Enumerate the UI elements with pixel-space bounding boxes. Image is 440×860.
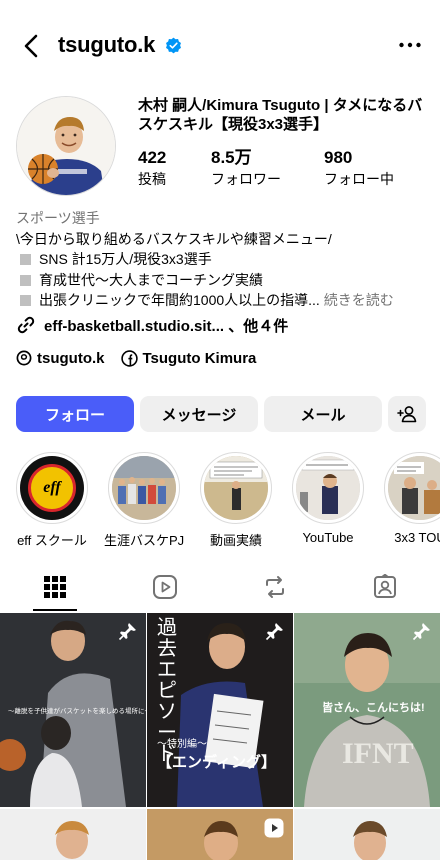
posts-grid: 〜離脱を子供達がバスケットを楽しめる場所に〜 過去エピソード 〜特別編〜 【エン… [0, 613, 440, 860]
post-thumbnail[interactable] [294, 809, 440, 860]
post-thumbnail[interactable]: 過去エピソード 〜特別編〜 【エンディング】 [147, 613, 293, 807]
highlight-3x3-tour[interactable]: 3x3 TOU [380, 452, 440, 545]
bullet-square-icon [20, 295, 31, 306]
following-label: フォロー中 [324, 171, 394, 187]
posts-label: 投稿 [138, 171, 166, 187]
threads-link[interactable]: tsuguto.k [16, 350, 105, 367]
highlight-ring [108, 452, 180, 524]
social-links: tsuguto.k Tsuguto Kimura [16, 347, 272, 369]
bio-link-text: eff-basketball.studio.sit... 、他４件 [44, 317, 289, 335]
profile-header: tsuguto.k [0, 0, 440, 92]
pin-icon [412, 623, 430, 641]
link-icon [17, 316, 35, 334]
bio-line-4: 出張クリニックで年間約1000人以上の指導... 続きを読む [16, 290, 426, 311]
post-thumbnail[interactable]: IFNT 皆さん、こんにちは! [294, 613, 440, 807]
followers-label: フォロワー [211, 171, 281, 187]
reels-icon [153, 575, 177, 599]
eff-logo: eff [20, 456, 84, 520]
tab-grid[interactable] [0, 563, 110, 611]
bio-link[interactable]: eff-basketball.studio.sit... 、他４件 [16, 314, 288, 336]
highlight-ring [384, 452, 440, 524]
read-more-link[interactable]: 続きを読む [324, 292, 394, 308]
highlight-lifelong-basket[interactable]: 生涯バスケPJ [104, 452, 184, 549]
bullet-square-icon [20, 254, 31, 265]
post-subtitle: 〜特別編〜 [157, 739, 207, 750]
post-thumbnail[interactable]: 〜離脱を子供達がバスケットを楽しめる場所に〜 [0, 613, 146, 807]
profile-stats: 422 投稿 8.5万 フォロワー 980 フォロー中 [138, 148, 428, 188]
profile-avatar[interactable] [16, 96, 116, 196]
pin-icon [265, 623, 283, 641]
highlight-ring: eff [16, 452, 88, 524]
more-horizontal-icon[interactable] [398, 38, 422, 52]
post-thumbnail[interactable] [147, 809, 293, 860]
profile-tabs [0, 563, 440, 611]
bio-line-2: SNS 計15万人/現役3x3選手 [16, 249, 426, 270]
bio-category: スポーツ選手 [16, 210, 100, 226]
post-image [294, 809, 440, 860]
eff-logo-text: eff [43, 479, 61, 496]
facebook-name: Tsuguto Kimura [142, 349, 257, 367]
tagged-icon [374, 574, 396, 598]
post-image [0, 809, 146, 860]
message-button[interactable]: メッセージ [140, 396, 258, 432]
highlight-label: YouTube [302, 530, 354, 545]
highlight-video-results[interactable]: 動画実績 [196, 452, 276, 549]
verified-badge-icon [166, 37, 181, 54]
pin-icon [118, 623, 136, 641]
facebook-icon [120, 349, 138, 367]
avatar-photo [17, 97, 115, 195]
post-caption: 〜離脱を子供達がバスケットを楽しめる場所に〜 [8, 708, 146, 715]
profile-username: tsuguto.k [58, 32, 156, 57]
highlight-label: eff スクール [17, 533, 87, 548]
threads-handle: tsuguto.k [37, 349, 105, 367]
highlight-label: 3x3 TOU [394, 530, 440, 545]
highlight-photo [388, 456, 440, 520]
email-button[interactable]: メール [264, 396, 382, 432]
highlight-photo [204, 456, 268, 520]
followers-count: 8.5万 [211, 148, 252, 167]
highlight-label: 生涯バスケPJ [104, 533, 185, 548]
followers-stat[interactable]: 8.5万 フォロワー [211, 148, 281, 188]
bio-line-3: 育成世代〜大人までコーチング実績 [16, 270, 426, 291]
bullet-square-icon [20, 274, 31, 286]
follow-button[interactable]: フォロー [16, 396, 134, 432]
highlight-youtube[interactable]: YouTube [288, 452, 368, 545]
chevron-left-icon[interactable] [18, 32, 46, 60]
tab-tagged[interactable] [330, 563, 440, 611]
highlight-photo [296, 456, 360, 520]
post-thumbnail[interactable] [0, 809, 146, 860]
posts-stat[interactable]: 422 投稿 [138, 148, 166, 188]
grid-icon [44, 576, 66, 598]
highlight-ring [200, 452, 272, 524]
bio-line-1: \今日から取り組めるバスケスキルや練習メニュー/ [16, 230, 332, 247]
threads-icon [16, 350, 32, 366]
story-highlights: eff eff スクール 生涯バスケPJ 動画実績 YouTube 3x3 TO [0, 452, 440, 548]
following-stat[interactable]: 980 フォロー中 [324, 148, 394, 188]
following-count: 980 [324, 148, 353, 167]
profile-fullname: 木村 嗣人/Kimura Tsuguto | タメになるバスケスキル【現役3x3… [138, 97, 423, 133]
posts-count: 422 [138, 148, 167, 167]
add-user-button[interactable] [388, 396, 426, 432]
svg-text:IFNT: IFNT [342, 737, 414, 770]
highlight-label: 動画実績 [209, 533, 262, 548]
profile-bio: スポーツ選手 \今日から取り組めるバスケスキルや練習メニュー/ SNS 計15万… [16, 208, 426, 311]
reposts-icon [266, 576, 284, 598]
reel-play-icon [264, 818, 284, 838]
post-caption: 皆さん、こんにちは! [322, 702, 425, 714]
add-person-icon [397, 406, 417, 423]
post-tag: 【エンディング】 [157, 754, 276, 771]
highlight-photo [112, 456, 176, 520]
profile-actions: フォロー メッセージ メール [16, 396, 426, 432]
facebook-link[interactable]: Tsuguto Kimura [120, 349, 257, 367]
highlight-ring [292, 452, 364, 524]
tab-reels[interactable] [110, 563, 220, 611]
tab-reposts[interactable] [220, 563, 330, 611]
highlight-eff-school[interactable]: eff eff スクール [12, 452, 92, 549]
active-tab-indicator [33, 609, 77, 611]
